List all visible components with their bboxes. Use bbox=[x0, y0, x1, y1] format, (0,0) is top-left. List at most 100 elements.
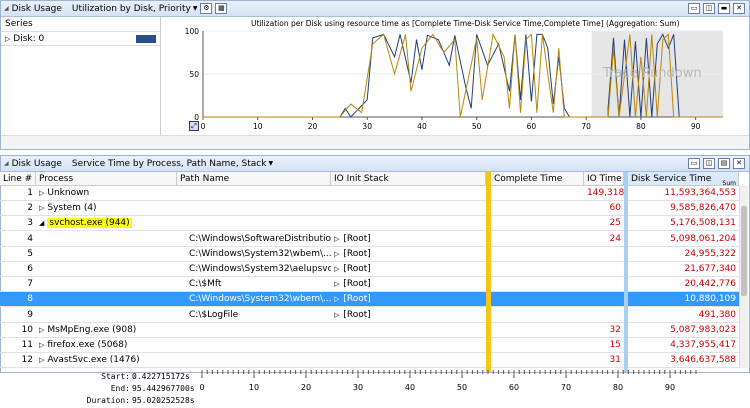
expand-icon[interactable]: ▷ bbox=[334, 295, 339, 303]
stack-frame: [Root] bbox=[343, 264, 371, 274]
table-row[interactable]: 6 C:\Windows\System32\aelupsvc.... ▷ [Root]… bbox=[0, 262, 748, 277]
cell-process: ▷ MsMpEng.exe (908) bbox=[36, 323, 177, 338]
table-row[interactable]: 5 C:\Windows\System32\wbem\... ▷ [Root] 24,9… bbox=[0, 247, 748, 262]
bottom-preset-selector[interactable]: Service Time by Process, Path Name, Stac… bbox=[72, 159, 267, 169]
x-tick-label: 60 bbox=[527, 122, 537, 131]
stack-frame: [Root] bbox=[343, 294, 371, 305]
chevron-down-icon[interactable]: ▼ bbox=[268, 160, 273, 167]
top-scroll-track[interactable] bbox=[1, 135, 749, 149]
cell-io: 149,318 bbox=[587, 188, 624, 198]
cell-stack bbox=[331, 216, 486, 231]
process-name: MsMpEng.exe (908) bbox=[47, 324, 137, 335]
splitter-bar[interactable] bbox=[486, 172, 491, 372]
cell-io bbox=[584, 277, 624, 292]
table-row[interactable]: 4 C:\Windows\SoftwareDistributio... ▷ [Root… bbox=[0, 232, 748, 247]
graph-settings-icon[interactable]: ⚙ bbox=[200, 3, 213, 14]
cell-process bbox=[36, 262, 177, 277]
graph-table-icon[interactable]: ◫ bbox=[703, 158, 715, 169]
expanded-icon[interactable]: ◢ bbox=[39, 219, 44, 227]
expand-icon[interactable]: ▷ bbox=[39, 341, 44, 349]
col-header-path[interactable]: Path Name bbox=[177, 172, 331, 186]
disk-service-time-label: Disk Service Time bbox=[631, 174, 712, 184]
col-header-line[interactable]: Line # bbox=[0, 172, 36, 186]
expand-icon[interactable]: ▷ bbox=[5, 35, 10, 43]
scrollbar-thumb[interactable] bbox=[741, 206, 747, 296]
chart-title: Utilization per Disk using resource time… bbox=[251, 19, 680, 28]
expand-icon[interactable]: ▷ bbox=[39, 356, 44, 364]
table-row[interactable]: 8 C:\Windows\System32\wbem\... ▷ [Root] 10,8… bbox=[0, 292, 748, 308]
table-row[interactable]: 2 ▷ System (4) 60 9,585,826,470 bbox=[0, 201, 748, 217]
close-icon[interactable]: ✕ bbox=[733, 158, 745, 169]
process-name: AvastSvc.exe (1476) bbox=[47, 355, 140, 366]
ruler-tick-label: 90 bbox=[665, 383, 675, 392]
top-preset-selector[interactable]: Utilization by Disk, Priority bbox=[72, 4, 191, 14]
cell-dst: 5,098,061,204 bbox=[670, 233, 736, 244]
cell-io: 24 bbox=[609, 233, 621, 244]
col-header-io-time[interactable]: IO Time bbox=[584, 172, 624, 186]
cell-line: 7 bbox=[27, 279, 33, 290]
process-name: System (4) bbox=[47, 203, 97, 214]
duration-value: 95.020252528s bbox=[132, 396, 195, 405]
graph-table-icon[interactable]: ◫ bbox=[703, 3, 715, 14]
ruler-tick-label: 80 bbox=[613, 383, 623, 392]
table-only-icon[interactable]: ▤ bbox=[718, 158, 730, 169]
col-header-stack[interactable]: IO Init Stack bbox=[331, 172, 486, 186]
cell-stack bbox=[331, 353, 486, 368]
cell-path: C:\Windows\System32\wbem\... bbox=[189, 294, 331, 305]
table-row[interactable]: 11 ▷ firefox.exe (5068) 15 4,337,955,417 bbox=[0, 338, 748, 353]
cell-dst: 10,880,109 bbox=[684, 294, 736, 305]
table-row[interactable]: 9 C:\$LogFile ▷ [Root] 491,380 bbox=[0, 308, 748, 323]
table-row[interactable]: 12 ▷ AvastSvc.exe (1476) 31 3,646,637,588 bbox=[0, 353, 748, 368]
cell-path bbox=[177, 323, 331, 338]
close-icon[interactable]: ✕ bbox=[733, 3, 745, 14]
col-header-complete-time[interactable]: Complete Time bbox=[491, 172, 584, 186]
x-tick-label: 20 bbox=[308, 122, 318, 131]
expand-icon[interactable]: ▷ bbox=[39, 326, 44, 334]
expand-icon[interactable]: ▷ bbox=[334, 250, 339, 258]
cell-path: C:\Windows\SoftwareDistributio... bbox=[189, 233, 331, 244]
chevron-down-icon[interactable]: ▼ bbox=[193, 5, 198, 12]
cell-line: 1 bbox=[27, 188, 33, 198]
table-row[interactable]: 10 ▷ MsMpEng.exe (908) 32 5,087,983,023 bbox=[0, 323, 748, 338]
col-header-process[interactable]: Process bbox=[36, 172, 177, 186]
expand-icon[interactable]: ▷ bbox=[334, 235, 339, 243]
start-value: 0.422715172s bbox=[132, 372, 190, 381]
cell-line: 3 bbox=[27, 218, 33, 229]
cell-line: 5 bbox=[27, 248, 33, 259]
x-tick-label: 90 bbox=[691, 122, 701, 131]
zoom-icon[interactable]: ⤢ bbox=[189, 121, 199, 131]
cell-dst: 4,337,955,417 bbox=[670, 340, 736, 350]
graph-only-icon[interactable]: ▭ bbox=[688, 3, 700, 14]
col-header-disk-service-time[interactable]: Disk Service Time Sum bbox=[628, 172, 739, 186]
cell-line: 8 bbox=[27, 294, 33, 305]
table-row[interactable]: 3 ◢ svchost.exe (944) 25 5,176,508,131 bbox=[0, 216, 748, 232]
minimize-icon[interactable]: ▬ bbox=[718, 3, 730, 14]
ruler-tick-label: 0 bbox=[200, 383, 205, 392]
ruler-tick-label: 50 bbox=[457, 383, 467, 392]
cell-path: C:\$LogFile bbox=[189, 309, 239, 320]
collapse-icon[interactable]: ◢ bbox=[4, 5, 9, 12]
cell-dst: 21,677,340 bbox=[684, 264, 736, 274]
ruler-tick-label: 20 bbox=[301, 383, 311, 392]
cell-stack: ▷ [Root] bbox=[331, 247, 486, 262]
cell-path bbox=[177, 338, 331, 353]
table-view-icon[interactable]: ▦ bbox=[215, 3, 228, 14]
series-item[interactable]: ▷ Disk: 0 bbox=[1, 32, 160, 46]
bottom-panel-title: Disk Usage bbox=[11, 158, 62, 169]
collapse-icon[interactable]: ◢ bbox=[4, 160, 9, 167]
table-scrollbar[interactable] bbox=[739, 186, 748, 368]
cell-dst: 20,442,776 bbox=[684, 279, 736, 290]
cell-dst: 5,087,983,023 bbox=[670, 324, 736, 335]
table-row[interactable]: 1 ▷ Unknown 149,318 11,593,364,553 bbox=[0, 186, 748, 201]
expand-icon[interactable]: ▷ bbox=[334, 280, 339, 288]
graph-only-icon[interactable]: ▭ bbox=[688, 158, 700, 169]
cell-io: 15 bbox=[609, 340, 621, 350]
expand-icon[interactable]: ▷ bbox=[39, 189, 44, 197]
expand-icon[interactable]: ▷ bbox=[334, 265, 339, 273]
expand-icon[interactable]: ▷ bbox=[39, 204, 44, 212]
ruler-tick-label: 70 bbox=[561, 383, 571, 392]
expand-icon[interactable]: ▷ bbox=[334, 311, 339, 319]
y-tick-label: 50 bbox=[189, 70, 199, 79]
table-row[interactable]: 7 C:\$Mft ▷ [Root] 20,442,776 bbox=[0, 277, 748, 293]
timeline-ruler[interactable]: 0 10 20 30 40 50 60 70 80 90 bbox=[200, 370, 700, 408]
